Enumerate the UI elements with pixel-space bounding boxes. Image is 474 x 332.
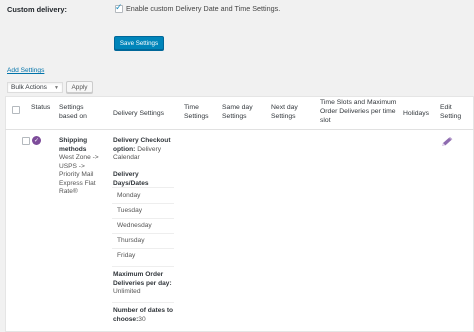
divider bbox=[112, 233, 174, 234]
enable-custom-delivery-row[interactable]: ✓ Enable custom Delivery Date and Time S… bbox=[115, 1, 281, 13]
column-holidays[interactable]: Holidays bbox=[403, 109, 437, 118]
max-order-value: Unlimited bbox=[113, 288, 141, 295]
apply-button[interactable]: Apply bbox=[66, 81, 93, 93]
divider bbox=[112, 266, 174, 267]
column-delivery-settings[interactable]: Delivery Settings bbox=[113, 109, 179, 118]
bulk-actions-select[interactable]: Bulk Actions ▼ bbox=[7, 82, 63, 93]
enable-custom-delivery-label: Enable custom Delivery Date and Time Set… bbox=[126, 4, 281, 13]
based-on-value: West Zone -> USPS -> Priority Mail Expre… bbox=[59, 154, 99, 195]
save-settings-button[interactable]: Save Settings bbox=[114, 36, 164, 50]
num-dates-value: 30 bbox=[138, 315, 146, 323]
select-all-checkbox[interactable] bbox=[12, 106, 20, 114]
column-settings-based-on[interactable]: Settings based on bbox=[59, 103, 101, 121]
chevron-down-icon: ▼ bbox=[54, 84, 59, 91]
divider bbox=[112, 187, 174, 188]
column-time-settings[interactable]: Time Settings bbox=[184, 103, 214, 121]
checkout-option: Delivery Checkout option: Delivery Calen… bbox=[113, 137, 175, 163]
day-thursday: Thursday bbox=[117, 237, 145, 244]
checkmark-icon: ✓ bbox=[115, 1, 123, 12]
delivery-settings-table bbox=[5, 96, 474, 332]
column-status[interactable]: Status bbox=[31, 103, 51, 112]
bulk-actions-selected: Bulk Actions bbox=[11, 84, 47, 91]
status-active-icon[interactable]: ✓ bbox=[32, 136, 41, 145]
day-friday: Friday bbox=[117, 252, 136, 259]
divider bbox=[112, 302, 174, 303]
day-tuesday: Tuesday bbox=[117, 207, 143, 214]
divider bbox=[112, 203, 174, 204]
pencil-icon[interactable] bbox=[441, 137, 453, 147]
max-order: Maximum Order Deliveries per day: Unlimi… bbox=[113, 271, 175, 297]
enable-custom-delivery-checkbox[interactable]: ✓ bbox=[115, 1, 123, 13]
num-dates: Number of dates to choose:30 bbox=[113, 307, 175, 324]
day-monday: Monday bbox=[117, 192, 141, 199]
column-next-day-settings[interactable]: Next day Settings bbox=[271, 103, 307, 121]
column-time-slots[interactable]: Time Slots and Maximum Order Deliveries … bbox=[320, 98, 400, 125]
row-select-checkbox[interactable] bbox=[21, 137, 30, 145]
divider bbox=[112, 218, 174, 219]
column-same-day-settings[interactable]: Same day Settings bbox=[222, 103, 260, 121]
max-order-label: Maximum Order Deliveries per day: bbox=[113, 271, 172, 287]
divider bbox=[112, 248, 174, 249]
add-settings-link[interactable]: Add Settings bbox=[7, 67, 44, 74]
day-wednesday: Wednesday bbox=[117, 222, 152, 229]
based-on-title: Shipping methods bbox=[59, 137, 88, 153]
custom-delivery-label: Custom delivery: bbox=[7, 5, 67, 14]
delivery-days-label: Delivery Days/Dates bbox=[113, 171, 149, 187]
column-edit-setting[interactable]: Edit Setting bbox=[440, 103, 470, 121]
